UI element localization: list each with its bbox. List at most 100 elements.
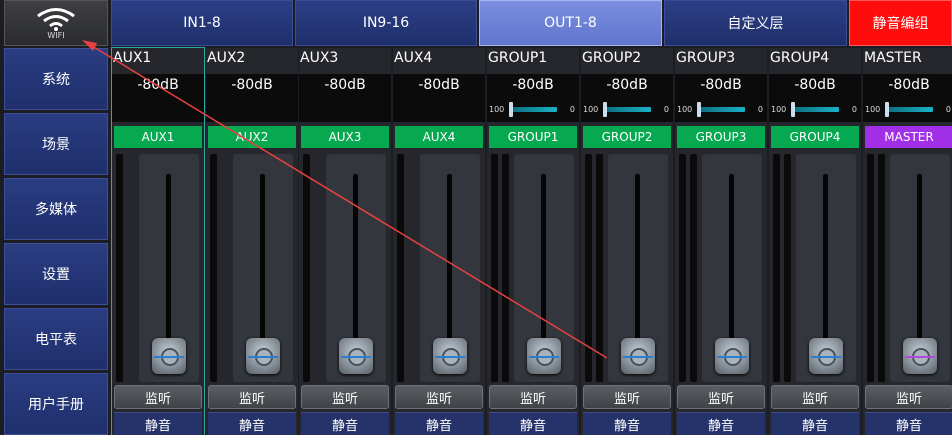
channel-level-readout: -80dB: [393, 74, 485, 96]
mute-button[interactable]: 静音: [583, 412, 671, 435]
channel-level-readout: -80dB: [112, 74, 204, 96]
sidebar: 系统 场景 多媒体 设置 电平表 用户手册: [4, 48, 108, 435]
tab-custom-layer[interactable]: 自定义层: [664, 0, 847, 46]
listen-button[interactable]: 监听: [677, 385, 765, 409]
channel-name: GROUP3: [676, 50, 736, 66]
pan-area: [112, 96, 204, 122]
mute-button[interactable]: 静音: [395, 412, 483, 435]
level-meter: [867, 154, 874, 382]
fader-position-line: [905, 356, 935, 358]
level-meter: [116, 154, 123, 382]
fader-handle[interactable]: [903, 338, 937, 374]
fader-handle[interactable]: [339, 338, 373, 374]
fader-handle[interactable]: [809, 338, 843, 374]
mute-button[interactable]: 静音: [489, 412, 577, 435]
channel-strip: GROUP2 -80dB 100 0 GROUP2 监听 静音: [581, 48, 673, 435]
pan-slider-knob[interactable]: [509, 102, 513, 117]
wifi-icon: [37, 7, 75, 31]
pan-left-value: 100: [865, 105, 881, 114]
channel-name: GROUP1: [488, 50, 548, 66]
mute-button[interactable]: 静音: [677, 412, 765, 435]
pan-right-value: 0: [569, 105, 575, 114]
top-tab-bar: IN1-8 IN9-16 OUT1-8 自定义层 静音编组: [111, 0, 952, 46]
fader-position-line: [248, 356, 278, 358]
pan-left-value: 100: [583, 105, 599, 114]
pan-area[interactable]: 100 0: [769, 96, 861, 122]
channel-strip: AUX4 -80dB AUX4 监听 静音: [393, 48, 485, 435]
mute-button[interactable]: 静音: [114, 412, 202, 435]
fader-position-line: [717, 356, 747, 358]
channel-badge: GROUP1: [489, 126, 577, 148]
sidebar-item-scene[interactable]: 场景: [4, 113, 108, 175]
channel-level-readout: -80dB: [581, 74, 673, 96]
mute-button[interactable]: 静音: [208, 412, 296, 435]
channel-badge: AUX1: [114, 126, 202, 148]
fader-handle[interactable]: [621, 338, 655, 374]
pan-slider-track[interactable]: [791, 107, 839, 112]
channel-level-readout: -80dB: [487, 74, 579, 96]
pan-slider-track[interactable]: [697, 107, 745, 112]
channel-level-readout: -80dB: [769, 74, 861, 96]
pan-slider-track[interactable]: [885, 107, 933, 112]
level-meter: [502, 154, 509, 382]
listen-button[interactable]: 监听: [771, 385, 859, 409]
listen-button[interactable]: 监听: [114, 385, 202, 409]
pan-slider-knob[interactable]: [791, 102, 795, 117]
mute-button[interactable]: 静音: [301, 412, 389, 435]
listen-button[interactable]: 监听: [489, 385, 577, 409]
pan-slider-knob[interactable]: [697, 102, 701, 117]
fader-position-line: [623, 356, 653, 358]
listen-button[interactable]: 监听: [395, 385, 483, 409]
wifi-label: WIFI: [47, 30, 65, 40]
tab-in9-16[interactable]: IN9-16: [295, 0, 477, 46]
channel-badge: MASTER: [865, 126, 952, 148]
level-meter: [784, 154, 791, 382]
fader-handle[interactable]: [246, 338, 280, 374]
listen-button[interactable]: 监听: [208, 385, 296, 409]
pan-area: [206, 96, 298, 122]
listen-button[interactable]: 监听: [865, 385, 952, 409]
pan-slider-knob[interactable]: [603, 102, 607, 117]
channel-name: MASTER: [864, 50, 922, 66]
channel-strip: AUX1 -80dB AUX1 监听 静音: [111, 47, 205, 435]
channel-name: GROUP2: [582, 50, 642, 66]
channel-level-readout: -80dB: [206, 74, 298, 96]
channel-name: AUX3: [300, 50, 339, 66]
sidebar-item-system[interactable]: 系统: [4, 48, 108, 110]
fader-handle[interactable]: [433, 338, 467, 374]
fader-handle[interactable]: [527, 338, 561, 374]
level-meter: [773, 154, 780, 382]
tab-out1-8[interactable]: OUT1-8: [479, 0, 662, 46]
tab-mute-group-edit[interactable]: 静音编组: [849, 0, 952, 46]
fader-handle[interactable]: [715, 338, 749, 374]
pan-area[interactable]: 100 0: [487, 96, 579, 122]
level-meter: [210, 154, 217, 382]
fader-handle[interactable]: [152, 338, 186, 374]
pan-area[interactable]: 100 0: [863, 96, 952, 122]
channel-badge: AUX4: [395, 126, 483, 148]
level-meter: [690, 154, 697, 382]
level-meter: [585, 154, 592, 382]
mute-button[interactable]: 静音: [771, 412, 859, 435]
pan-area: [299, 96, 391, 122]
channel-badge: AUX3: [301, 126, 389, 148]
fader-position-line: [154, 356, 184, 358]
sidebar-item-user-manual[interactable]: 用户手册: [4, 373, 108, 435]
mute-button[interactable]: 静音: [865, 412, 952, 435]
channel-strip: GROUP4 -80dB 100 0 GROUP4 监听 静音: [769, 48, 861, 435]
sidebar-item-settings[interactable]: 设置: [4, 243, 108, 305]
tab-in1-8[interactable]: IN1-8: [111, 0, 293, 46]
pan-slider-knob[interactable]: [885, 102, 889, 117]
channel-level-readout: -80dB: [299, 74, 391, 96]
wifi-button[interactable]: WIFI: [4, 0, 108, 46]
channel-strip: AUX2 -80dB AUX2 监听 静音: [206, 48, 298, 435]
listen-button[interactable]: 监听: [583, 385, 671, 409]
sidebar-item-multimedia[interactable]: 多媒体: [4, 178, 108, 240]
pan-area[interactable]: 100 0: [675, 96, 767, 122]
sidebar-item-level-meter[interactable]: 电平表: [4, 308, 108, 370]
mixer-app: WIFI 系统 场景 多媒体 设置 电平表 用户手册 IN1-8 IN9-16 …: [0, 0, 952, 435]
pan-slider-track[interactable]: [603, 107, 651, 112]
listen-button[interactable]: 监听: [301, 385, 389, 409]
pan-area[interactable]: 100 0: [581, 96, 673, 122]
pan-slider-track[interactable]: [509, 107, 557, 112]
